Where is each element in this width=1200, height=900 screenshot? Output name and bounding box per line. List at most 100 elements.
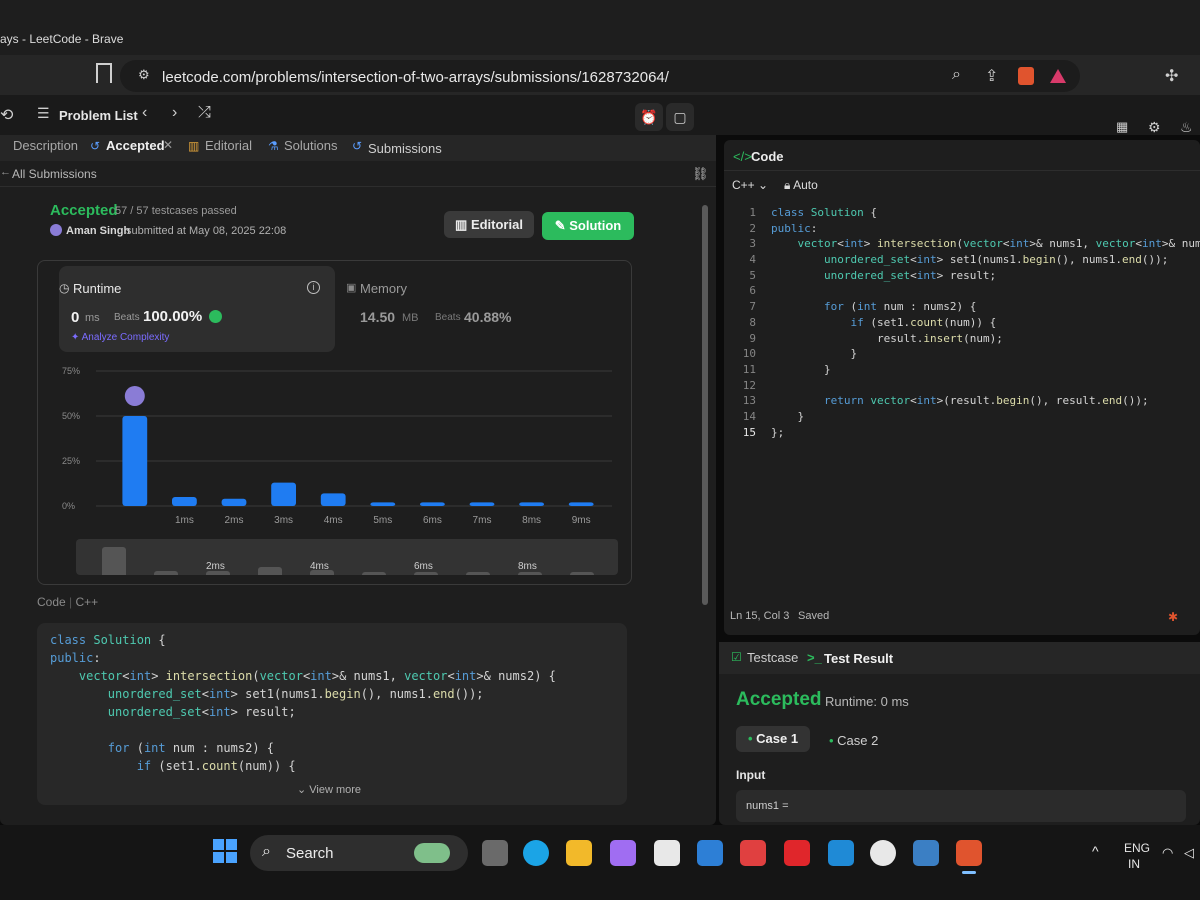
- editor-line[interactable]: 15};: [724, 426, 1200, 442]
- shuffle-icon[interactable]: ⤮: [198, 104, 211, 122]
- tab-description[interactable]: Description: [13, 138, 78, 153]
- author-name[interactable]: Aman Singh: [66, 225, 130, 237]
- chart-bar[interactable]: [420, 502, 445, 506]
- problem-list-link[interactable]: Problem List: [59, 108, 138, 123]
- url-text[interactable]: leetcode.com/problems/intersection-of-tw…: [162, 69, 669, 86]
- mini-range-chart[interactable]: 2ms 4ms 6ms 8ms: [76, 539, 618, 575]
- share-icon[interactable]: ⇪: [985, 66, 998, 86]
- code-line: for (int num : nums2) {: [107, 741, 274, 755]
- memory-unit: MB: [402, 312, 419, 324]
- tab-testcase[interactable]: Testcase: [747, 650, 798, 665]
- streak-icon[interactable]: ♨: [1180, 119, 1193, 136]
- file-explorer-icon[interactable]: [566, 840, 592, 866]
- editor-line[interactable]: 13 return vector<int>(result.begin(), re…: [724, 394, 1200, 410]
- zoom-icon[interactable]: ⌕: [952, 66, 961, 84]
- editor-line[interactable]: 8 if (set1.count(num)) {: [724, 316, 1200, 332]
- chart-bar[interactable]: [122, 416, 148, 506]
- tab-submissions[interactable]: Submissions: [368, 141, 442, 156]
- app-icon[interactable]: [697, 840, 723, 866]
- youtube-icon[interactable]: [784, 840, 810, 866]
- memory-title[interactable]: Memory: [360, 281, 407, 296]
- chart-bar[interactable]: [469, 502, 495, 506]
- y-tick-label: 25%: [62, 456, 80, 466]
- notes-button[interactable]: ▢: [666, 103, 694, 131]
- brave-shield-icon[interactable]: [1018, 67, 1034, 85]
- case-2-tab[interactable]: • Case 2: [829, 733, 878, 748]
- brave-icon[interactable]: [956, 840, 982, 866]
- chart-bar[interactable]: [221, 498, 247, 506]
- runtime-distribution-chart[interactable]: 0% 25% 50% 75% 1ms 2ms 3ms 4ms 5ms 6ms 7ms 8ms 9ms: [52, 356, 622, 531]
- settings-icon[interactable]: ⚙: [1148, 119, 1161, 136]
- all-submissions-link[interactable]: All Submissions: [12, 167, 97, 181]
- editor-line[interactable]: 12: [724, 379, 1200, 395]
- editor-code[interactable]: 1 class Solution {2 public: 3 vector<int> i…: [724, 206, 1200, 441]
- leetcode-logo-icon[interactable]: ⟲: [0, 105, 13, 125]
- chevron-up-icon[interactable]: ^: [1092, 843, 1099, 859]
- editor-line[interactable]: 4 unordered_set<int> set1(nums1.begin(),…: [724, 253, 1200, 269]
- editorial-button[interactable]: ▥ Editorial: [444, 211, 534, 238]
- tab-solutions[interactable]: Solutions: [284, 138, 337, 153]
- extensions-icon[interactable]: ✣: [1165, 66, 1178, 86]
- scrollbar[interactable]: [702, 205, 708, 605]
- editor-line[interactable]: 6: [724, 284, 1200, 300]
- volume-icon[interactable]: ◁: [1184, 845, 1194, 861]
- chevron-right-icon[interactable]: ›: [172, 104, 177, 122]
- auto-mode[interactable]: 🔒︎ Auto: [784, 178, 818, 193]
- timer-button[interactable]: ⏰: [635, 103, 663, 131]
- tab-accepted[interactable]: Accepted: [106, 138, 165, 153]
- chart-bar[interactable]: [271, 482, 296, 506]
- avatar: [50, 224, 62, 236]
- editor-line[interactable]: 1 class Solution {: [724, 206, 1200, 222]
- store-icon[interactable]: [654, 840, 680, 866]
- brave-rewards-icon[interactable]: [1050, 69, 1066, 83]
- chart-bar[interactable]: [370, 502, 396, 506]
- chart-bar[interactable]: [320, 493, 346, 506]
- chevron-down-icon: ⌄: [297, 784, 310, 796]
- tab-editorial[interactable]: Editorial: [205, 138, 252, 153]
- editor-line-text: for (int num : nums2) {: [823, 300, 977, 314]
- editor-line[interactable]: 14 }: [724, 410, 1200, 426]
- analyze-complexity-link[interactable]: ✦ Analyze Complexity: [71, 332, 169, 343]
- chart-bar[interactable]: [172, 497, 197, 506]
- editor-line[interactable]: 3 vector<int> intersection(vector<int>& …: [724, 237, 1200, 253]
- region-indicator[interactable]: IN: [1128, 857, 1140, 871]
- editor-line[interactable]: 10 }: [724, 347, 1200, 363]
- editor-line[interactable]: 11 }: [724, 363, 1200, 379]
- y-tick-label: 0%: [62, 501, 75, 511]
- back-arrow-icon[interactable]: ←: [0, 166, 11, 178]
- language-indicator[interactable]: ENG: [1124, 841, 1150, 855]
- threads-icon[interactable]: [870, 840, 896, 866]
- editor-line[interactable]: 7 for (int num : nums2) {: [724, 300, 1200, 316]
- bookmark-icon[interactable]: [96, 63, 112, 83]
- copilot-icon[interactable]: [610, 840, 636, 866]
- chart-bar[interactable]: [568, 502, 594, 506]
- anydesk-icon[interactable]: [740, 840, 766, 866]
- chart-bar[interactable]: [519, 502, 544, 506]
- taskbar-search[interactable]: ⌕ Search: [250, 835, 468, 871]
- view-more-button[interactable]: ⌄ View more: [297, 783, 361, 796]
- windows-start-icon[interactable]: [213, 839, 237, 863]
- editor-line[interactable]: 5 unordered_set<int> result;: [724, 269, 1200, 285]
- editor-line[interactable]: 9 result.insert(num);: [724, 332, 1200, 348]
- tab-test-result[interactable]: Test Result: [824, 651, 893, 666]
- solution-button[interactable]: ✎ Solution: [542, 212, 634, 240]
- editor-line-text: };: [771, 425, 785, 439]
- site-settings-icon[interactable]: ⚙: [138, 67, 150, 83]
- chevron-left-icon[interactable]: ‹: [142, 104, 147, 122]
- editor-line-text: unordered_set<int> result;: [823, 268, 997, 282]
- list-icon[interactable]: ☰: [37, 105, 50, 122]
- language-select[interactable]: C++ ⌄: [732, 178, 768, 192]
- link-icon[interactable]: ⛓: [692, 166, 709, 182]
- layout-icon[interactable]: ▦: [1116, 119, 1128, 135]
- case-1-tab[interactable]: • Case 1: [736, 726, 810, 752]
- info-icon[interactable]: i: [307, 281, 320, 294]
- edge-icon[interactable]: [523, 840, 549, 866]
- vscode-icon[interactable]: [828, 840, 854, 866]
- close-icon[interactable]: ✕: [163, 138, 173, 152]
- wifi-icon[interactable]: ◠: [1162, 845, 1173, 861]
- app-icon[interactable]: [913, 840, 939, 866]
- debug-icon[interactable]: ✱: [1168, 610, 1178, 624]
- editor-line[interactable]: 2 public:: [724, 222, 1200, 238]
- runtime-box[interactable]: ◷ Runtime i 0 ms Beats 100.00% ✦ Analyze…: [59, 266, 335, 352]
- task-view-icon[interactable]: [482, 840, 508, 866]
